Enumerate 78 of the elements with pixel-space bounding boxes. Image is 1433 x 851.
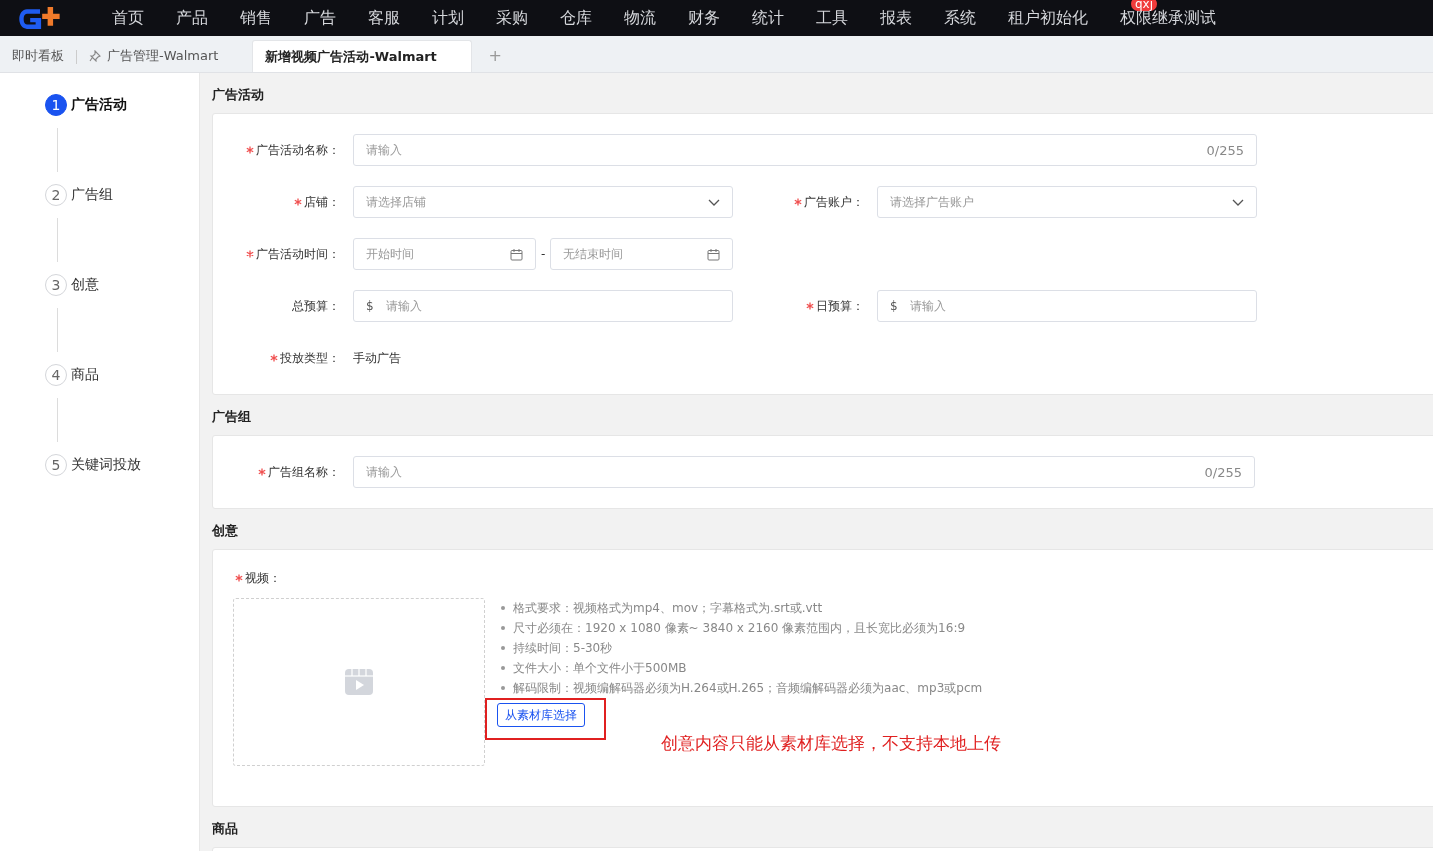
nav-item[interactable]: 系统 — [928, 0, 992, 36]
field-label: 广告活动名称： — [256, 141, 340, 159]
nav-item[interactable]: 首页 — [96, 0, 160, 36]
step-number[interactable]: 2 — [45, 184, 67, 206]
step-number[interactable]: 3 — [45, 274, 67, 296]
field-label: 店铺： — [304, 193, 340, 211]
section-title: 创意 — [212, 522, 239, 540]
requirement-text: 尺寸必须在：1920 x 1080 像素~ 3840 x 2160 像素范围内，且长宽比必须为16:9 — [513, 620, 966, 637]
placeholder: 请选择广告账户 — [890, 193, 975, 211]
text-field[interactable]: 请输入 0/255 — [353, 134, 1257, 166]
bullet-icon — [501, 626, 505, 630]
field-value: 手动广告 — [353, 349, 401, 367]
section-title: 商品 — [212, 820, 239, 838]
section-title: 广告活动 — [212, 86, 265, 104]
placeholder: 请输入 — [366, 463, 403, 481]
step-label[interactable]: 关键词投放 — [71, 456, 141, 474]
field-label: 广告账户： — [804, 193, 864, 211]
nav-item[interactable]: 物流 — [608, 0, 672, 36]
nav-item[interactable]: 报表 — [864, 0, 928, 36]
bullet-icon — [501, 646, 505, 650]
placeholder: 无结束时间 — [563, 245, 625, 263]
requirement-text: 持续时间：5-30秒 — [513, 640, 613, 657]
field-label: 广告活动时间： — [256, 245, 340, 263]
step-number[interactable]: 1 — [45, 94, 67, 116]
step-label[interactable]: 创意 — [71, 276, 99, 294]
video-icon — [345, 669, 373, 695]
bullet-icon — [501, 606, 505, 610]
nav-item[interactable]: 采购 — [480, 0, 544, 36]
annotation-note: 创意内容只能从素材库选择，不支持本地上传 — [661, 732, 1001, 755]
nav-item[interactable]: 计划 — [416, 0, 480, 36]
char-counter: 0/255 — [1206, 142, 1244, 158]
step-number[interactable]: 4 — [45, 364, 67, 386]
upload-area[interactable] — [233, 598, 485, 766]
nav-item[interactable]: 广告 — [288, 0, 352, 36]
nav-item[interactable]: 客服 — [352, 0, 416, 36]
bullet-icon — [501, 666, 505, 670]
placeholder: 请输入 — [385, 297, 423, 315]
currency-prefix: $ — [366, 299, 374, 313]
bullet-icon — [501, 686, 505, 690]
placeholder: 开始时间 — [366, 245, 415, 263]
placeholder: 请输入 — [366, 141, 403, 159]
currency-prefix: $ — [890, 299, 898, 313]
nav-item[interactable]: 仓库 — [544, 0, 608, 36]
requirement-text: 解码限制：视频编解码器必须为H.264或H.265；音频编解码器必须为aac、mp3或pcm — [513, 680, 983, 697]
page-tab[interactable]: 新增视频广告活动-Walmart — [252, 40, 473, 72]
chevron-down-icon — [1232, 198, 1244, 206]
page-tab[interactable]: 即时看板 — [0, 40, 76, 72]
section-title: 广告组 — [212, 408, 252, 426]
field-label: 总预算： — [292, 297, 340, 315]
logo-icon — [18, 6, 62, 30]
requirement-text: 格式要求：视频格式为mp4、mov；字幕格式为.srt或.vtt — [513, 600, 823, 617]
library-select-button[interactable]: 从素材库选择 — [497, 703, 585, 727]
nav-item[interactable]: 销售 — [224, 0, 288, 36]
field-label: 视频： — [245, 569, 281, 587]
step-label[interactable]: 广告组 — [71, 186, 113, 204]
nav-item[interactable]: 租户初始化 — [992, 0, 1104, 36]
field-label: 日预算： — [816, 297, 864, 315]
step-number[interactable]: 5 — [45, 454, 67, 476]
field-label: 广告组名称： — [268, 463, 340, 481]
chevron-down-icon — [708, 198, 720, 206]
step-label[interactable]: 商品 — [71, 366, 99, 384]
requirement-text: 文件大小：单个文件小于500MB — [513, 660, 687, 677]
calendar-icon — [510, 247, 523, 261]
field-label: 投放类型： — [280, 349, 340, 367]
placeholder: 请选择店铺 — [366, 193, 427, 211]
calendar-icon — [707, 247, 721, 261]
nav-item[interactable]: 财务 — [672, 0, 736, 36]
money-field[interactable]: $ 请输入 — [353, 290, 733, 322]
nav-item[interactable]: 产品 — [160, 0, 224, 36]
page-tab[interactable]: 广告管理-Walmart — [77, 40, 231, 72]
money-field[interactable]: $ 请输入 — [877, 290, 1257, 322]
range-separator: - — [541, 247, 546, 261]
nav-item[interactable]: 工具 — [800, 0, 864, 36]
text-field[interactable]: 请输入 0/255 — [353, 456, 1255, 488]
placeholder: 请输入 — [909, 297, 947, 315]
char-counter: 0/255 — [1204, 464, 1242, 480]
step-label[interactable]: 广告活动 — [71, 96, 127, 114]
nav-item[interactable]: 统计 — [736, 0, 800, 36]
